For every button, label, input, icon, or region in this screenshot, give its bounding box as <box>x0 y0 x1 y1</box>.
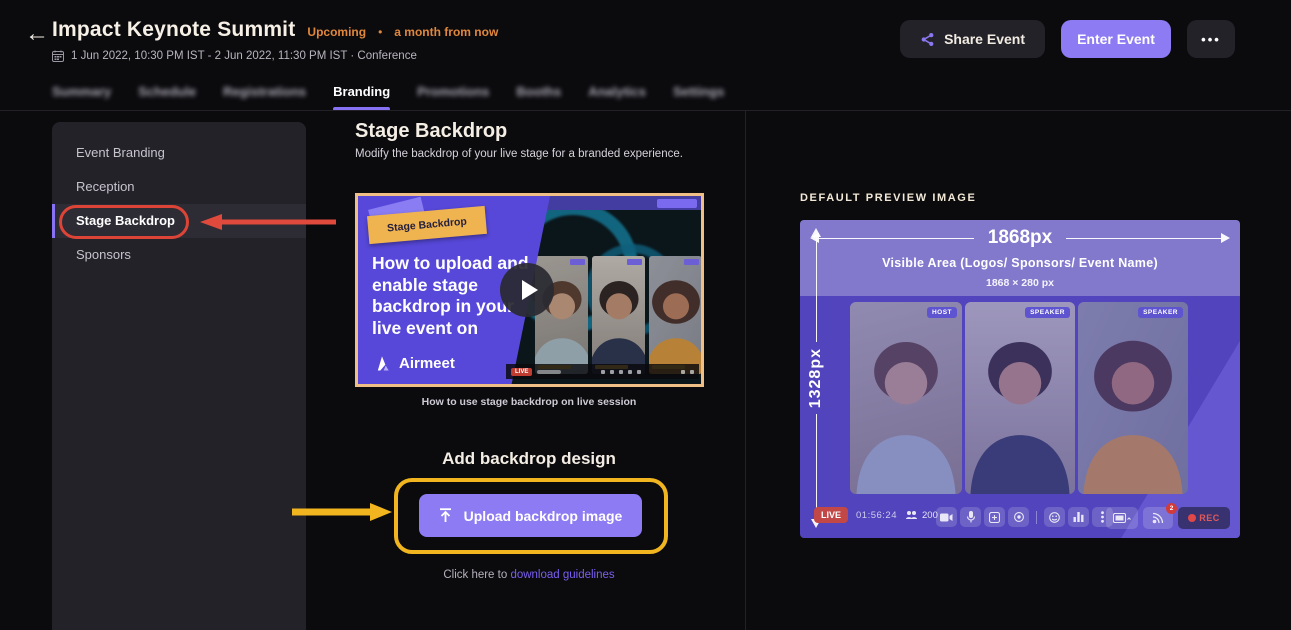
tutorial-video-thumbnail[interactable]: Stage Backdrop How to upload and enable … <box>355 193 704 387</box>
event-datetime: 1 Jun 2022, 10:30 PM IST - 2 Jun 2022, 1… <box>52 50 417 62</box>
height-dimension-label: 1328px <box>807 347 824 409</box>
sidebar-item-sponsors[interactable]: Sponsors <box>52 238 306 272</box>
rec-dot-icon <box>1188 514 1197 522</box>
ellipsis-icon: ••• <box>1201 31 1221 47</box>
height-dimension-arrow: 1328px <box>804 228 828 529</box>
brand-row: Airmeet <box>372 353 455 373</box>
tab-promotions[interactable]: Promotions <box>417 84 489 111</box>
airmeet-logo-icon <box>377 356 389 371</box>
viewers-icon <box>906 511 917 519</box>
more-options-button[interactable]: ••• <box>1187 20 1235 58</box>
event-datetime-text: 1 Jun 2022, 10:30 PM IST - 2 Jun 2022, 1… <box>71 50 417 62</box>
preview-tile-speaker-2: SPEAKER <box>1078 302 1188 494</box>
event-status-badge: Upcoming <box>307 25 367 39</box>
width-dimension-label: 1868px <box>987 227 1053 248</box>
visible-area-title: Visible Area (Logos/ Sponsors/ Event Nam… <box>882 256 1158 270</box>
preview-controlbar: LIVE 01:56:24 200 2 REC <box>800 503 1240 532</box>
upload-button-label: Upload backdrop image <box>463 507 623 524</box>
play-icon <box>521 280 538 300</box>
tab-registrations[interactable]: Registrations <box>223 84 306 111</box>
monitor-icon <box>1113 512 1131 523</box>
enter-event-button[interactable]: Enter Event <box>1061 20 1171 58</box>
default-preview-image: HOST SPEAKER SPEAKER 1868px Visible Area… <box>800 220 1240 538</box>
enter-event-label: Enter Event <box>1077 31 1155 47</box>
visible-area-size: 1868 × 280 px <box>985 277 1054 289</box>
kebab-menu-icon <box>1101 511 1104 523</box>
tab-schedule[interactable]: Schedule <box>138 84 196 111</box>
tab-analytics[interactable]: Analytics <box>588 84 646 111</box>
tab-branding[interactable]: Branding <box>333 84 391 111</box>
screenshare-icon <box>989 511 1000 523</box>
tab-booths[interactable]: Booths <box>516 84 561 111</box>
sidebar-item-stage-backdrop[interactable]: Stage Backdrop <box>52 204 306 238</box>
upload-backdrop-button[interactable]: Upload backdrop image <box>419 494 642 537</box>
header-actions: Share Event Enter Event ••• <box>900 20 1235 58</box>
preview-tile-speaker-1: SPEAKER <box>965 302 1075 494</box>
share-icon <box>921 32 934 46</box>
camera-icon <box>940 513 953 521</box>
sidebar-item-event-branding[interactable]: Event Branding <box>52 136 306 170</box>
tab-summary[interactable]: Summary <box>52 84 111 111</box>
tab-settings[interactable]: Settings <box>673 84 724 111</box>
back-arrow-icon[interactable]: ← <box>22 20 52 50</box>
video-controlbar: LIVE <box>506 364 699 379</box>
mic-icon <box>966 511 975 523</box>
video-topbar-button <box>657 199 697 208</box>
tabbar-divider <box>0 110 1291 111</box>
live-badge: LIVE <box>814 507 849 523</box>
section-title: Stage Backdrop <box>355 120 508 142</box>
section-subtitle: Modify the backdrop of your live stage f… <box>355 148 683 160</box>
video-participant-tile <box>592 256 645 374</box>
brand-name: Airmeet <box>399 354 455 372</box>
download-guidelines-link[interactable]: download guidelines <box>510 569 614 581</box>
content-vertical-divider <box>745 111 746 630</box>
rec-label: REC <box>1199 513 1220 523</box>
active-item-bar <box>52 204 55 238</box>
video-participant-tile <box>649 256 701 374</box>
speaker-badge: SPEAKER <box>1025 307 1070 318</box>
tab-bar: Summary Schedule Registrations Branding … <box>52 84 724 111</box>
emoji-icon <box>1049 511 1060 523</box>
video-caption: How to use stage backdrop on live sessio… <box>421 396 637 408</box>
width-dimension-arrow: 1868px <box>810 226 1231 250</box>
branding-sidebar: Event Branding Reception Stage Backdrop … <box>52 122 306 630</box>
session-timer: 01:56:24 <box>856 509 897 521</box>
share-event-button[interactable]: Share Event <box>900 20 1045 58</box>
status-separator-dot: • <box>378 25 383 39</box>
sidebar-item-reception[interactable]: Reception <box>52 170 306 204</box>
guidelines-prefix: Click here to <box>443 569 511 581</box>
share-event-label: Share Event <box>944 31 1025 47</box>
live-badge: LIVE <box>511 367 533 376</box>
add-backdrop-heading: Add backdrop design <box>442 449 616 468</box>
preview-section-title: DEFAULT PREVIEW IMAGE <box>800 192 977 204</box>
host-badge: HOST <box>926 307 957 318</box>
page-title: Impact Keynote Summit <box>52 18 296 41</box>
play-button[interactable] <box>500 263 554 317</box>
event-header: Impact Keynote Summit Upcoming • a month… <box>52 18 498 42</box>
calendar-icon <box>52 50 64 62</box>
airmeet-event-dashboard: ← Impact Keynote Summit Upcoming • a mon… <box>0 0 1291 630</box>
preview-tile-host: HOST <box>850 302 962 494</box>
stream-icon <box>1152 512 1163 524</box>
visible-area-band: 1868px Visible Area (Logos/ Sponsors/ Ev… <box>800 220 1240 296</box>
guidelines-line: Click here to download guidelines <box>355 569 703 581</box>
speaker-badge: SPEAKER <box>1138 307 1183 318</box>
stream-count-badge: 2 <box>1166 503 1177 514</box>
eye-icon <box>1013 512 1024 522</box>
stats-icon <box>1073 512 1084 522</box>
upload-icon <box>439 508 451 522</box>
event-countdown: a month from now <box>394 25 499 39</box>
controlbar-divider <box>1036 510 1037 524</box>
